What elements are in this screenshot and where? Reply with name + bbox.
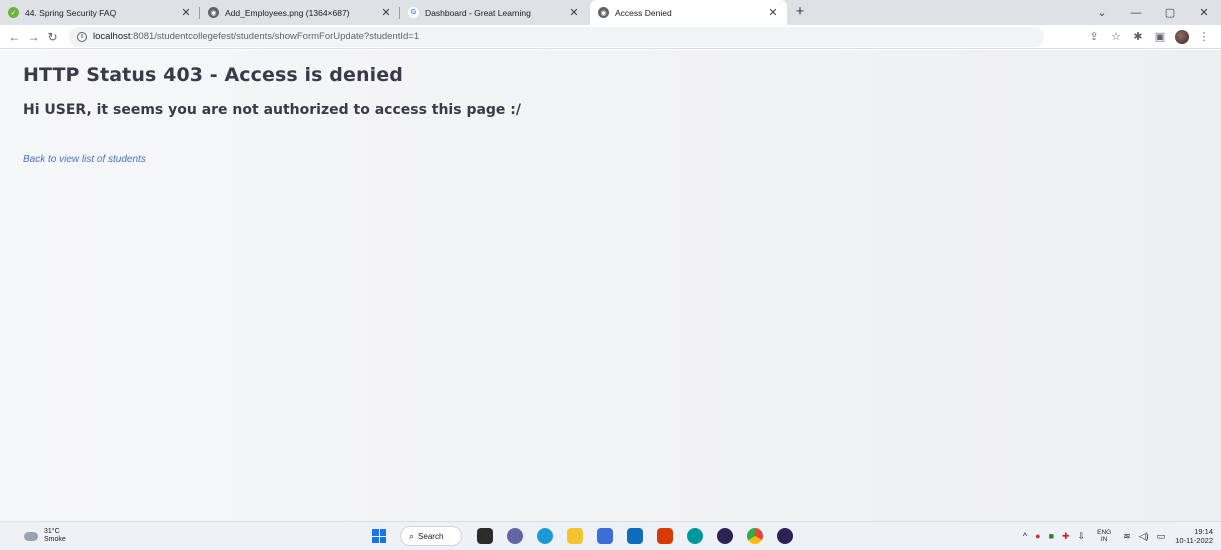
globe-icon: ◉ [208, 7, 219, 18]
google-icon: G [408, 7, 419, 18]
lang-bottom: IN [1100, 536, 1108, 543]
profile-avatar-icon[interactable] [1175, 29, 1189, 44]
cloud-icon [24, 531, 38, 541]
close-icon[interactable]: ✕ [767, 6, 779, 19]
tab-spring-security-faq[interactable]: ✓ 44. Spring Security FAQ ✕ [0, 0, 200, 25]
minimize-icon[interactable]: — [1119, 7, 1153, 19]
tab-access-denied[interactable]: ◉ Access Denied ✕ [590, 0, 787, 25]
taskbar-apps: ⌕ Search [372, 526, 800, 546]
toolbar-actions: ⇪ ☆ ✱ ▣ ⋮ [1083, 29, 1221, 44]
battery-icon[interactable]: ▭ [1157, 531, 1166, 542]
edge-browser-icon[interactable] [537, 528, 553, 544]
page-content: HTTP Status 403 - Access is denied Hi US… [0, 50, 1221, 521]
eclipse-icon[interactable] [717, 528, 733, 544]
close-icon[interactable]: ✕ [568, 6, 580, 19]
maximize-icon[interactable]: ▢ [1153, 6, 1187, 19]
lang-top: ENG [1097, 529, 1112, 536]
close-window-icon[interactable]: ✕ [1187, 6, 1221, 19]
tray-app-icon[interactable]: ● [1035, 531, 1040, 541]
wifi-icon[interactable]: ≋ [1123, 531, 1131, 542]
search-icon: ⌕ [409, 530, 415, 541]
chevron-up-icon[interactable]: ^ [1023, 531, 1027, 541]
task-view-icon[interactable] [477, 528, 493, 544]
arduino-icon[interactable] [687, 528, 703, 544]
system-tray: ^ ● ■ ✚ ⇩ ENG IN ≋ ◁) ▭ 19:14 10-11-2022 [1019, 527, 1213, 545]
address-bar[interactable]: i localhost:8081/studentcollegefest/stud… [69, 26, 1044, 47]
forward-arrow-icon[interactable]: → [25, 30, 42, 44]
language-indicator[interactable]: ENG IN [1097, 529, 1111, 543]
globe-icon: ◉ [598, 7, 609, 18]
page-title: HTTP Status 403 - Access is denied [23, 64, 403, 86]
close-icon[interactable]: ✕ [380, 6, 392, 19]
search-label: Search [418, 531, 444, 541]
teams-chat-icon[interactable] [507, 528, 523, 544]
tab-search-icon[interactable]: ⌄ [1085, 6, 1119, 19]
spring-icon: ✓ [8, 7, 19, 18]
url-host: localhost [93, 31, 131, 42]
tray-app-icon[interactable]: ■ [1049, 531, 1054, 541]
windows-start-icon[interactable] [372, 529, 386, 543]
volume-icon[interactable]: ◁) [1139, 531, 1149, 542]
tray-app-icon[interactable]: ✚ [1062, 531, 1070, 542]
usb-icon[interactable]: ⇩ [1078, 531, 1086, 542]
browser-toolbar: ← → ↻ i localhost:8081/studentcollegefes… [0, 25, 1221, 49]
tab-title: Access Denied [615, 7, 672, 18]
file-explorer-icon[interactable] [567, 528, 583, 544]
extensions-puzzle-icon[interactable]: ✱ [1127, 30, 1149, 43]
tab-title: 44. Spring Security FAQ [25, 7, 117, 18]
reload-icon[interactable]: ↻ [44, 30, 61, 44]
tab-add-employees[interactable]: ◉ Add_Employees.png (1364×687) ✕ [200, 0, 400, 25]
weather-desc: Smoke [44, 536, 66, 543]
tab-dashboard-great-learning[interactable]: G Dashboard - Great Learning ✕ [400, 0, 588, 25]
clock[interactable]: 19:14 10-11-2022 [1175, 527, 1213, 545]
clock-time: 19:14 [1194, 527, 1213, 536]
close-icon[interactable]: ✕ [180, 6, 192, 19]
back-arrow-icon[interactable]: ← [6, 30, 23, 44]
share-icon[interactable]: ⇪ [1083, 30, 1105, 43]
info-icon[interactable]: i [77, 31, 87, 42]
bookmark-star-icon[interactable]: ☆ [1105, 30, 1127, 43]
tab-strip: ✓ 44. Spring Security FAQ ✕ ◉ Add_Employ… [0, 0, 1221, 25]
weather-widget[interactable]: 31°C Smoke [24, 528, 66, 544]
weather-temp: 31°C [44, 528, 60, 535]
weather-text: 31°C Smoke [44, 528, 66, 544]
access-denied-message: Hi USER, it seems you are not authorized… [23, 102, 522, 118]
clock-date: 10-11-2022 [1175, 536, 1213, 545]
url-path: :8081/studentcollegefest/students/showFo… [130, 31, 420, 42]
side-panel-icon[interactable]: ▣ [1149, 30, 1171, 43]
office-icon[interactable] [657, 528, 673, 544]
tab-title: Dashboard - Great Learning [425, 7, 531, 18]
window-controls: ⌄ — ▢ ✕ [1085, 0, 1221, 25]
chrome-icon[interactable] [747, 528, 763, 544]
store-icon[interactable] [597, 528, 613, 544]
back-to-students-link[interactable]: Back to view list of students [23, 154, 146, 165]
mail-icon[interactable] [627, 528, 643, 544]
eclipse-ide-icon[interactable] [777, 528, 793, 544]
taskbar-search[interactable]: ⌕ Search [400, 526, 462, 546]
new-tab-button[interactable]: + [787, 0, 813, 25]
windows-taskbar: 31°C Smoke ⌕ Search ^ ● ■ ✚ ⇩ ENG IN ≋ ◁… [0, 521, 1221, 550]
tab-title: Add_Employees.png (1364×687) [225, 7, 350, 18]
menu-kebab-icon[interactable]: ⋮ [1193, 30, 1215, 43]
